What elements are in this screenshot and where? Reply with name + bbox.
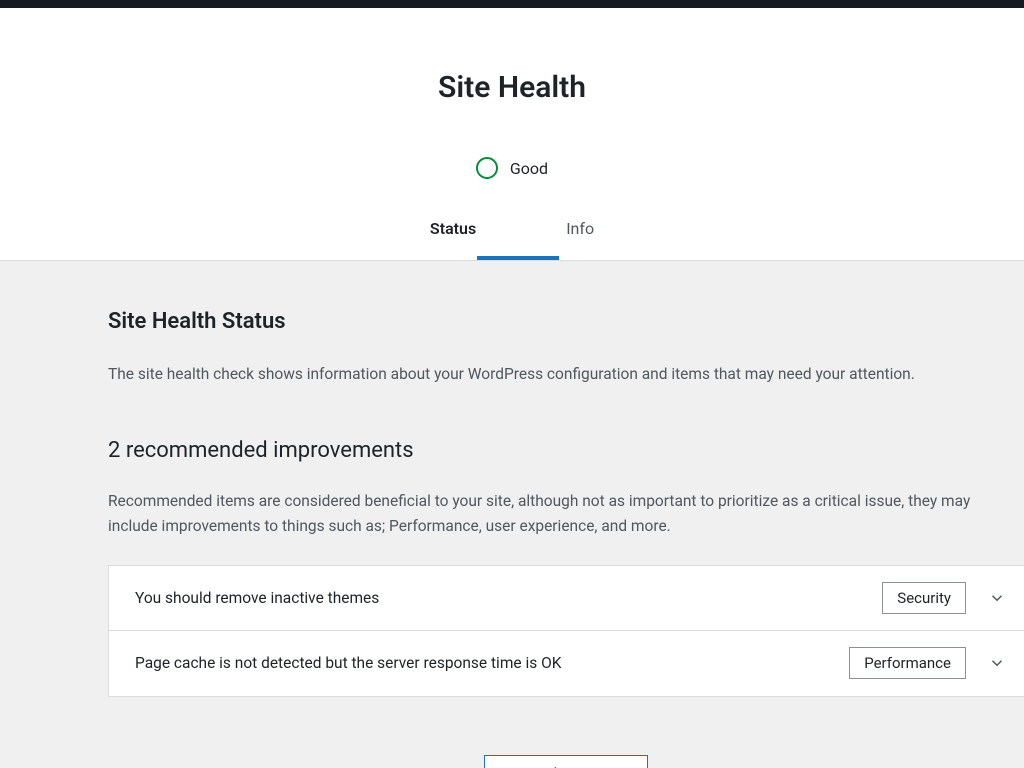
tab-status[interactable]: Status <box>424 219 482 256</box>
category-badge: Security <box>882 582 966 614</box>
improvements-list: You should remove inactive themes Securi… <box>108 565 1024 697</box>
passed-tests-wrap: Passed tests <box>108 755 1024 768</box>
tab-underline <box>477 256 559 260</box>
chevron-down-icon <box>988 654 1006 672</box>
admin-topbar <box>0 0 1024 8</box>
improvement-item-right: Performance <box>849 647 1006 679</box>
improvement-item-title: Page cache is not detected but the serve… <box>135 654 562 672</box>
chevron-down-icon <box>988 589 1006 607</box>
passed-tests-button[interactable]: Passed tests <box>484 755 648 768</box>
improvement-item[interactable]: You should remove inactive themes Securi… <box>109 566 1024 631</box>
status-circle-icon <box>476 157 498 179</box>
category-badge: Performance <box>849 647 966 679</box>
status-label: Good <box>510 159 548 178</box>
improvement-item-right: Security <box>882 582 1006 614</box>
content-inner: Site Health Status The site health check… <box>0 309 1024 768</box>
improvement-item[interactable]: Page cache is not detected but the serve… <box>109 631 1024 696</box>
status-section-title: Site Health Status <box>108 309 1024 334</box>
improvements-title: 2 recommended improvements <box>108 438 1024 463</box>
status-section-description: The site health check shows information … <box>108 362 1008 386</box>
tab-underline-row <box>0 256 1024 260</box>
header-area: Site Health Good Status Info <box>0 8 1024 260</box>
body-area: Site Health Status The site health check… <box>0 260 1024 768</box>
tabs: Status Info <box>0 219 1024 256</box>
tab-info[interactable]: Info <box>560 219 600 256</box>
improvement-item-title: You should remove inactive themes <box>135 589 379 607</box>
chevron-down-icon <box>607 765 625 768</box>
page-title: Site Health <box>0 70 1024 105</box>
improvements-description: Recommended items are considered benefic… <box>108 489 1008 539</box>
health-status-indicator: Good <box>0 157 1024 179</box>
